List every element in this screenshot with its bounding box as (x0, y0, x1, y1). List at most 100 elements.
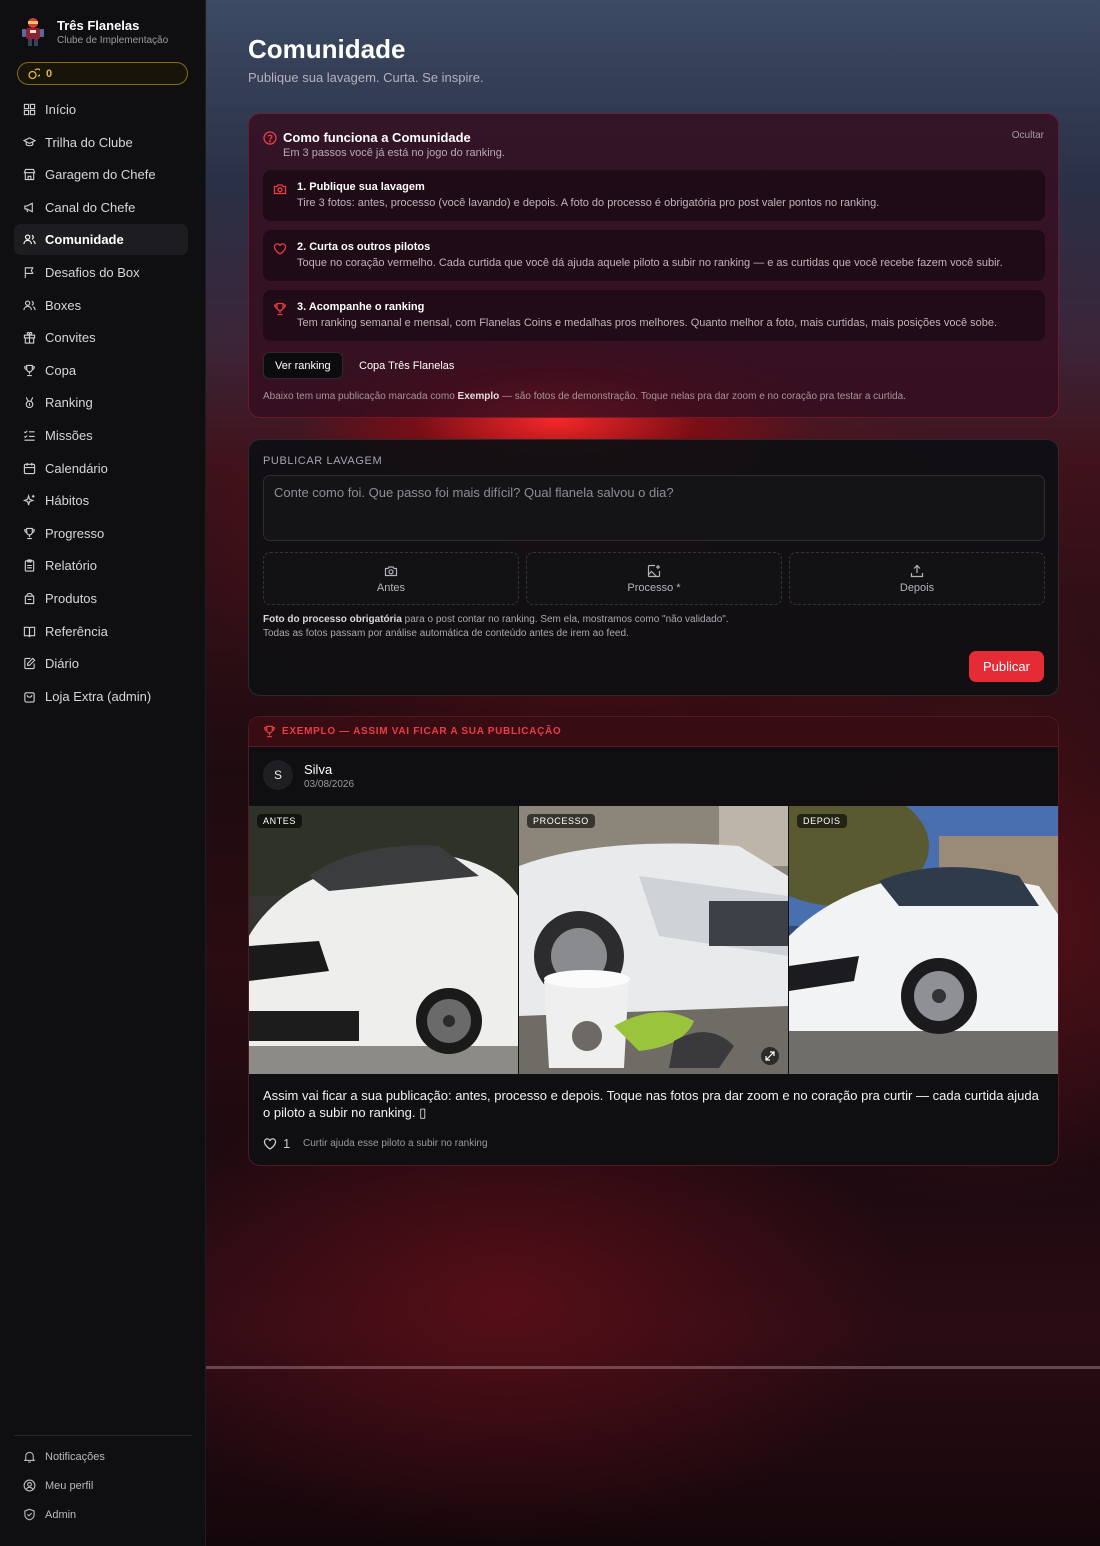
sidebar-item-label: Boxes (45, 297, 82, 313)
user-circle-icon (23, 1479, 36, 1492)
users-icon (23, 300, 36, 310)
sidebar-item-calendario[interactable]: Calendário (14, 453, 188, 484)
sidebar-item-label: Produtos (45, 590, 98, 606)
hide-link[interactable]: Ocultar (1012, 130, 1044, 141)
view-ranking-button[interactable]: Ver ranking (263, 352, 343, 379)
photo-processo[interactable]: PROCESSO (519, 806, 788, 1074)
gift-icon (23, 331, 36, 344)
sidebar-item-progresso[interactable]: Progresso (14, 518, 188, 549)
post-date: 03/08/2026 (304, 779, 355, 790)
photo-slot-label: Depois (899, 581, 935, 594)
shopping-bag-icon (24, 691, 35, 703)
sidebar-item-label: Ranking (45, 395, 93, 411)
store-icon (23, 169, 36, 181)
trophy-icon (24, 527, 35, 539)
sidebar-item-label: Diário (45, 656, 79, 672)
package-icon (24, 592, 35, 605)
note-text: Abaixo tem uma publicação marcada como (263, 391, 458, 402)
sidebar-item-diario[interactable]: Diário (14, 648, 188, 679)
photo-tag: ANTES (257, 814, 303, 828)
trophy-icon (264, 725, 275, 738)
brand-subtitle: Clube de Implementação (57, 34, 169, 46)
post-text-input[interactable] (263, 475, 1045, 541)
sidebar-item-label: Admin (45, 1508, 77, 1521)
clean-car-photo-image (789, 806, 1058, 1074)
photo-slot-processo[interactable]: Processo * (526, 552, 782, 605)
trophy-icon (24, 364, 35, 376)
photo-antes[interactable]: ANTES (249, 806, 518, 1074)
sidebar-item-loja-extra[interactable]: Loja Extra (admin) (14, 681, 188, 712)
copa-button[interactable]: Copa Três Flanelas (347, 352, 466, 379)
sidebar-item-notificacoes[interactable]: Notificações (14, 1442, 192, 1471)
camera-icon (273, 184, 287, 195)
sidebar-item-missoes[interactable]: Missões (14, 420, 188, 451)
sidebar-item-label: Missões (45, 427, 93, 443)
sidebar-item-comunidade[interactable]: Comunidade (14, 224, 188, 256)
sidebar-item-label: Garagem do Chefe (45, 167, 156, 183)
sidebar-item-convites[interactable]: Convites (14, 322, 188, 353)
heart-icon (263, 1137, 277, 1150)
photo-tag: PROCESSO (527, 814, 595, 828)
publish-card: PUBLICAR LAVAGEM Antes Processo * Depois… (248, 439, 1059, 696)
camera-icon (384, 565, 398, 576)
sidebar-item-admin[interactable]: Admin (14, 1500, 192, 1529)
sidebar-item-garagem[interactable]: Garagem do Chefe (14, 159, 188, 190)
sidebar-item-produtos[interactable]: Produtos (14, 583, 188, 614)
sidebar-item-label: Trilha do Clube (45, 134, 133, 150)
sidebar-item-copa[interactable]: Copa (14, 355, 188, 386)
avatar[interactable]: S (263, 760, 293, 790)
coins-count: 0 (46, 67, 53, 80)
note-bold: Foto do processo obrigatória (263, 614, 402, 625)
like-hint: Curtir ajuda esse piloto a subir no rank… (303, 1138, 488, 1149)
example-post: EXEMPLO — ASSIM VAI FICAR A SUA PUBLICAÇ… (248, 716, 1059, 1166)
sidebar-item-label: Meu perfil (45, 1479, 94, 1492)
brand-title: Três Flanelas (57, 17, 140, 33)
sidebar-item-boxes[interactable]: Boxes (14, 290, 188, 321)
calendar-icon (23, 462, 36, 474)
post-caption: Assim vai ficar a sua publicação: antes,… (263, 1088, 1039, 1120)
sidebar-item-trilha[interactable]: Trilha do Clube (14, 127, 188, 158)
banner-text: EXEMPLO — ASSIM VAI FICAR A SUA PUBLICAÇ… (282, 726, 562, 737)
publish-label: PUBLICAR LAVAGEM (263, 455, 383, 467)
photo-slot-label: Processo * (627, 581, 681, 594)
process-photo-note: Foto do processo obrigatória para o post… (263, 614, 729, 625)
sparkles-icon (23, 494, 35, 506)
step-title: 3. Acompanhe o ranking (297, 301, 425, 313)
sidebar-item-meu-perfil[interactable]: Meu perfil (14, 1471, 192, 1500)
sidebar-item-canal[interactable]: Canal do Chefe (14, 192, 188, 223)
step-title: 1. Publique sua lavagem (297, 181, 425, 193)
photo-slot-antes[interactable]: Antes (263, 552, 519, 605)
photo-depois[interactable]: DEPOIS (789, 806, 1058, 1074)
book-icon (23, 626, 36, 637)
flag-icon (24, 267, 34, 279)
sidebar-item-referencia[interactable]: Referência (14, 616, 188, 647)
sidebar-item-ranking[interactable]: Ranking (14, 387, 188, 418)
note-bold: Exemplo (457, 391, 500, 402)
help-circle-icon (263, 131, 277, 145)
page-subtitle: Publique sua lavagem. Curta. Se inspire. (248, 70, 484, 85)
sidebar-item-habitos[interactable]: Hábitos (14, 485, 188, 516)
like-button[interactable]: 1 (263, 1136, 290, 1151)
trophy-icon (274, 302, 286, 316)
sidebar-item-label: Hábitos (45, 493, 90, 509)
post-author[interactable]: Silva (304, 762, 332, 777)
sidebar-item-relatorio[interactable]: Relatório (14, 550, 188, 581)
moderation-note: Todas as fotos passam por análise automá… (263, 628, 629, 639)
coins-badge[interactable]: 0 (17, 62, 188, 85)
how-title: Como funciona a Comunidade (283, 130, 471, 145)
upload-icon (910, 564, 924, 577)
sidebar-item-label: Loja Extra (admin) (45, 688, 152, 704)
photo-slot-depois[interactable]: Depois (789, 552, 1045, 605)
car-washing-photo-image (519, 806, 788, 1074)
sidebar-footer: Notificações Meu perfil Admin (14, 1435, 192, 1529)
sidebar-item-label: Relatório (45, 558, 98, 574)
sidebar-item-desafios[interactable]: Desafios do Box (14, 257, 188, 288)
sidebar-item-label: Calendário (45, 460, 108, 476)
heart-icon (273, 243, 287, 255)
note-text: — são fotos de demonstração. Toque nelas… (499, 391, 906, 402)
brand[interactable]: Três Flanelas Clube de Implementação (18, 16, 168, 48)
sidebar-item-inicio[interactable]: Início (14, 94, 188, 125)
list-checks-icon (23, 430, 35, 441)
graduation-cap-icon (23, 136, 36, 146)
publish-button[interactable]: Publicar (969, 651, 1044, 682)
